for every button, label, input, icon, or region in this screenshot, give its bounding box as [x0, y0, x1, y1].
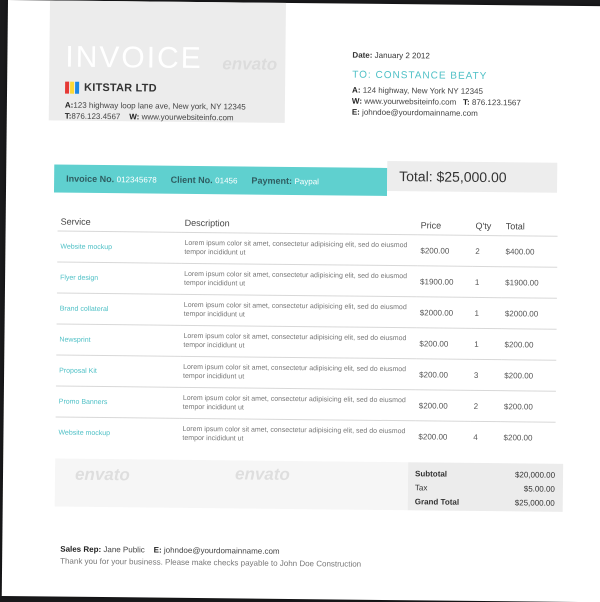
col-service: Service — [60, 216, 91, 227]
description-cell: Lorem ipsum color sit amet, consectetur … — [180, 325, 417, 359]
subtotal-row: Subtotal $20,000.00 — [415, 469, 556, 480]
client-name: TO: CONSTANCE BEATY — [352, 69, 488, 83]
company-contact: T:876.123.4567 W: www.yourwebsiteinfo.co… — [64, 111, 234, 123]
qty-cell: 1 — [471, 328, 502, 360]
qty-cell: 1 — [471, 266, 503, 298]
thank-you-note: Thank you for your business. Please make… — [60, 556, 362, 569]
table-row: Brand collateral Lorem ipsum color sit am… — [56, 293, 557, 330]
watermark: envato — [222, 54, 278, 74]
service-cell: Newsprint — [56, 324, 181, 357]
client-email: E: johndoe@yourdomainname.com — [351, 107, 478, 118]
total-cell: $1900.00 — [502, 266, 558, 299]
watermark: envato — [234, 464, 290, 484]
price-cell: $200.00 — [415, 420, 471, 452]
price-cell: $200.00 — [415, 389, 471, 422]
price-cell: $2000.00 — [416, 296, 472, 329]
col-description: Description — [184, 217, 230, 229]
total-cell: $2000.00 — [501, 297, 557, 330]
total-cell: $200.00 — [500, 390, 556, 423]
qty-cell: 2 — [470, 390, 502, 422]
table-row: Website mockup Lorem ipsum color sit amet… — [55, 417, 556, 453]
invoice-date: Date: January 2 2012 — [352, 50, 430, 61]
grand-total-row: Grand Total $25,000.00 — [414, 497, 555, 508]
qty-cell: 4 — [470, 421, 501, 453]
tax-row: Tax $5.00.00 — [414, 483, 555, 494]
total-cell: $200.00 — [501, 328, 557, 361]
description-cell: Lorem ipsum color sit amet, consectetur … — [180, 263, 418, 297]
invoice-number: Invoice No. 012345678 — [66, 173, 157, 185]
qty-cell: 3 — [470, 359, 502, 391]
description-cell: Lorem ipsum color sit amet, consectetur … — [180, 294, 417, 328]
invoice-sheet: envato INVOICE KITSTAR LTD A:123 highway… — [1, 0, 600, 602]
table-body: Website mockup Lorem ipsum color sit amet… — [55, 231, 558, 453]
logo-icon — [65, 81, 80, 94]
company-name: KITSTAR LTD — [84, 81, 157, 95]
client-number: Client No. 01456 — [170, 174, 238, 186]
price-cell: $200.00 — [417, 234, 473, 267]
service-cell: Website mockup — [55, 417, 180, 449]
client-address: A: 124 highway, New York NY 12345 — [352, 85, 484, 96]
col-qty: Q'ty — [475, 220, 492, 232]
items-table: Service Description Price Q'ty Total Web… — [55, 212, 558, 453]
summary-box: Subtotal $20,000.00 Tax $5.00.00 Grand Tot… — [407, 462, 564, 512]
company-address: A:123 highway loop lane ave, New york, N… — [64, 100, 246, 112]
sales-rep: Sales Rep: Jane Public E: johndoe@yourdo… — [60, 544, 280, 556]
service-cell: Flyer design — [56, 262, 182, 295]
price-cell: $200.00 — [415, 358, 472, 391]
description-cell: Lorem ipsum color sit amet, consectetur … — [179, 418, 416, 452]
company-logo: KITSTAR LTD — [65, 81, 157, 95]
qty-cell: 2 — [472, 235, 503, 267]
col-price: Price — [420, 220, 442, 231]
total-amount: Total: $25,000.00 — [387, 160, 558, 193]
invoice-meta-bar: Invoice No. 012345678 Client No. 01456 P… — [53, 164, 388, 196]
description-cell: Lorem ipsum color sit amet, consectetur … — [179, 356, 417, 390]
price-cell: $200.00 — [416, 327, 472, 360]
description-cell: Lorem ipsum color sit amet, consectetur … — [181, 232, 418, 266]
total-cell: $400.00 — [502, 235, 558, 268]
qty-cell: 1 — [471, 297, 503, 329]
summary-strip: envato envato — [54, 458, 409, 511]
payment-method: Payment: Paypal — [251, 175, 320, 187]
service-cell: Promo Banners — [55, 386, 180, 419]
total-cell: $200.00 — [501, 359, 557, 392]
client-web-phone: W: www.yourwebsiteinfo.com T: 876.123.15… — [351, 96, 521, 108]
description-cell: Lorem ipsum color sit amet, consectetur … — [179, 387, 416, 421]
service-cell: Brand collateral — [56, 293, 181, 326]
col-total: Total — [505, 221, 525, 232]
service-cell: Website mockup — [57, 231, 182, 264]
price-cell: $1900.00 — [416, 265, 473, 298]
total-cell: $200.00 — [500, 421, 556, 453]
watermark: envato — [74, 464, 130, 485]
invoice-title: INVOICE — [65, 40, 203, 76]
service-cell: Proposal Kit — [55, 355, 181, 388]
